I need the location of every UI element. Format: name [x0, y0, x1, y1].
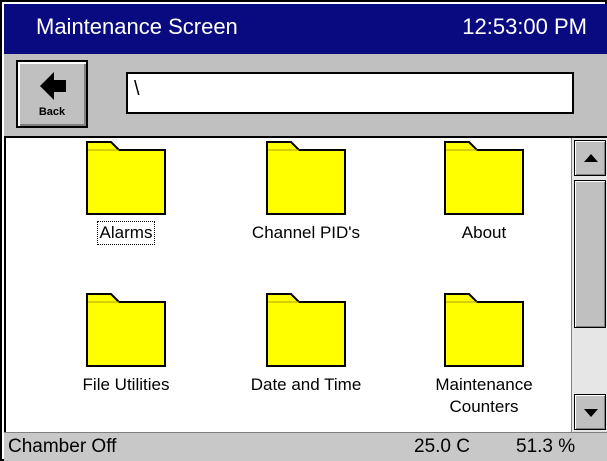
folder-label: Maintenance Counters	[435, 375, 533, 416]
scroll-down-button[interactable]	[574, 394, 606, 430]
folder-icon	[266, 293, 346, 367]
folder-icon	[444, 141, 524, 215]
temperature-readout: 25.0 C	[414, 436, 470, 457]
folder-alarms[interactable]: Alarms	[36, 138, 216, 245]
back-button[interactable]: Back	[16, 60, 88, 128]
title-bar: Maintenance Screen 12:53:00 PM	[4, 4, 607, 54]
folder-maintenance-counters[interactable]: Maintenance Counters	[414, 290, 554, 418]
folder-label: About	[461, 223, 507, 242]
maintenance-window: Maintenance Screen 12:53:00 PM Back \ Al…	[0, 0, 607, 461]
folder-label: Channel PID's	[251, 223, 361, 242]
chamber-state: Chamber Off	[8, 436, 117, 457]
back-arrow-icon	[40, 72, 66, 100]
folder-channel-pids[interactable]: Channel PID's	[216, 138, 396, 244]
back-button-label: Back	[38, 106, 66, 118]
arrow-down-icon	[584, 409, 598, 417]
folder-icon	[444, 293, 524, 367]
arrow-up-icon	[584, 154, 598, 162]
folder-icon	[266, 141, 346, 215]
vertical-scrollbar[interactable]	[571, 138, 607, 432]
folder-icon	[86, 141, 166, 215]
folder-file-utilities[interactable]: File Utilities	[36, 290, 216, 396]
folder-label: File Utilities	[82, 375, 170, 394]
scroll-up-button[interactable]	[574, 140, 606, 176]
scroll-thumb[interactable]	[574, 180, 606, 328]
path-field[interactable]: \	[126, 72, 574, 114]
folder-label: Date and Time	[250, 375, 362, 394]
folder-about[interactable]: About	[394, 138, 574, 244]
folder-date-and-time[interactable]: Date and Time	[216, 290, 396, 396]
folder-view: Alarms Channel PID's About File Utilitie…	[4, 138, 571, 432]
screen-title: Maintenance Screen	[36, 14, 238, 39]
toolbar: Back \	[4, 54, 607, 138]
humidity-readout: 51.3 %	[516, 436, 576, 457]
folder-icon	[86, 293, 166, 367]
clock: 12:53:00 PM	[462, 14, 587, 39]
status-bar: Chamber Off 25.0 C 51.3 %	[4, 432, 607, 461]
folder-label: Alarms	[96, 221, 156, 245]
